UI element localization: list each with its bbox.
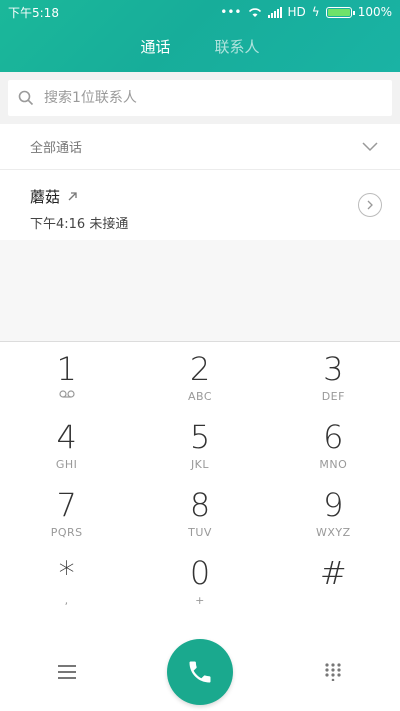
status-time: 下午5:18 xyxy=(8,5,59,20)
battery-icon xyxy=(325,6,355,18)
key-digit: 3 xyxy=(323,350,344,388)
key-digit: 1 xyxy=(56,350,77,388)
key-letters: GHI xyxy=(55,458,78,471)
chevron-down-icon[interactable] xyxy=(362,141,378,152)
dialpad-keys: 1 2 ABC 3 DEF 4 GHI 5 JKL 6 MNO 7 PQRS 8… xyxy=(0,342,400,614)
key-1[interactable]: 1 xyxy=(0,342,133,410)
phone-icon xyxy=(189,661,211,683)
key-letters: WXYZ xyxy=(315,526,351,539)
dialpad-actions xyxy=(0,632,400,711)
call-meta: 下午4:16 未接通 xyxy=(30,213,370,232)
search-area xyxy=(0,72,400,124)
key-letters: TUV xyxy=(188,526,212,539)
voicemail-icon xyxy=(59,390,75,398)
header: 下午5:18 ••• HD ϟ 100% 通话 联系人 xyxy=(0,0,400,72)
status-bar: 下午5:18 ••• HD ϟ 100% xyxy=(0,0,400,24)
call-time: 下午4:16 xyxy=(30,217,86,232)
key-5[interactable]: 5 JKL xyxy=(133,410,266,478)
key-digit: 8 xyxy=(189,486,211,524)
key-3[interactable]: 3 DEF xyxy=(267,342,400,410)
key-0[interactable]: 0 + xyxy=(133,546,266,614)
key-letters: MNO xyxy=(319,458,348,471)
key-digit: 9 xyxy=(323,486,344,524)
key-4[interactable]: 4 GHI xyxy=(0,410,133,478)
key-digit: 6 xyxy=(323,418,344,456)
key-digit: 7 xyxy=(56,486,77,524)
key-8[interactable]: 8 TUV xyxy=(133,478,266,546)
key-letters: ABC xyxy=(187,390,213,403)
chevron-right-icon xyxy=(367,200,373,210)
key-9[interactable]: 9 WXYZ xyxy=(267,478,400,546)
key-letters: JKL xyxy=(190,458,210,471)
key-letters: PQRS xyxy=(50,526,83,539)
key-letters: DEF xyxy=(321,390,345,403)
outgoing-call-icon xyxy=(68,192,77,201)
key-hash[interactable]: # xyxy=(267,546,400,614)
key-star[interactable]: * , xyxy=(0,546,133,614)
search-input[interactable] xyxy=(44,90,344,106)
key-letters: , xyxy=(64,594,69,607)
call-contact: 蘑菇 xyxy=(30,186,370,207)
key-digit: 4 xyxy=(56,418,77,456)
more-icon: ••• xyxy=(220,5,242,19)
call-filter[interactable]: 全部通话 xyxy=(0,124,400,170)
battery-fill xyxy=(327,8,350,16)
tab-calls[interactable]: 通话 xyxy=(140,36,170,57)
filter-label: 全部通话 xyxy=(30,141,83,156)
call-detail-button[interactable] xyxy=(358,193,382,217)
key-digit: * xyxy=(58,554,75,592)
status-icons: ••• HD ϟ 100% xyxy=(220,5,392,19)
call-status: 未接通 xyxy=(89,217,129,232)
key-digit: 2 xyxy=(189,350,211,388)
search-box[interactable] xyxy=(8,80,392,116)
call-button[interactable] xyxy=(167,639,233,705)
search-icon xyxy=(18,90,34,106)
dialpad-icon[interactable] xyxy=(324,663,342,681)
charging-icon: ϟ xyxy=(311,5,320,19)
menu-icon[interactable] xyxy=(58,665,76,679)
key-6[interactable]: 6 MNO xyxy=(267,410,400,478)
contact-name: 蘑菇 xyxy=(30,188,61,206)
battery-percent: 100% xyxy=(357,5,392,19)
signal-icon xyxy=(267,6,282,18)
network-type: HD xyxy=(287,5,306,19)
tab-contacts[interactable]: 联系人 xyxy=(215,36,260,57)
key-digit: 0 xyxy=(189,554,211,592)
key-digit: # xyxy=(319,554,347,592)
key-7[interactable]: 7 PQRS xyxy=(0,478,133,546)
wifi-icon xyxy=(248,7,261,17)
key-digit: 5 xyxy=(189,418,211,456)
call-log-item[interactable]: 蘑菇 下午4:16 未接通 xyxy=(0,170,400,240)
dialpad: 1 2 ABC 3 DEF 4 GHI 5 JKL 6 MNO 7 PQRS 8… xyxy=(0,341,400,711)
tab-bar: 通话 联系人 xyxy=(0,36,400,57)
key-letters: + xyxy=(195,594,205,607)
key-2[interactable]: 2 ABC xyxy=(133,342,266,410)
